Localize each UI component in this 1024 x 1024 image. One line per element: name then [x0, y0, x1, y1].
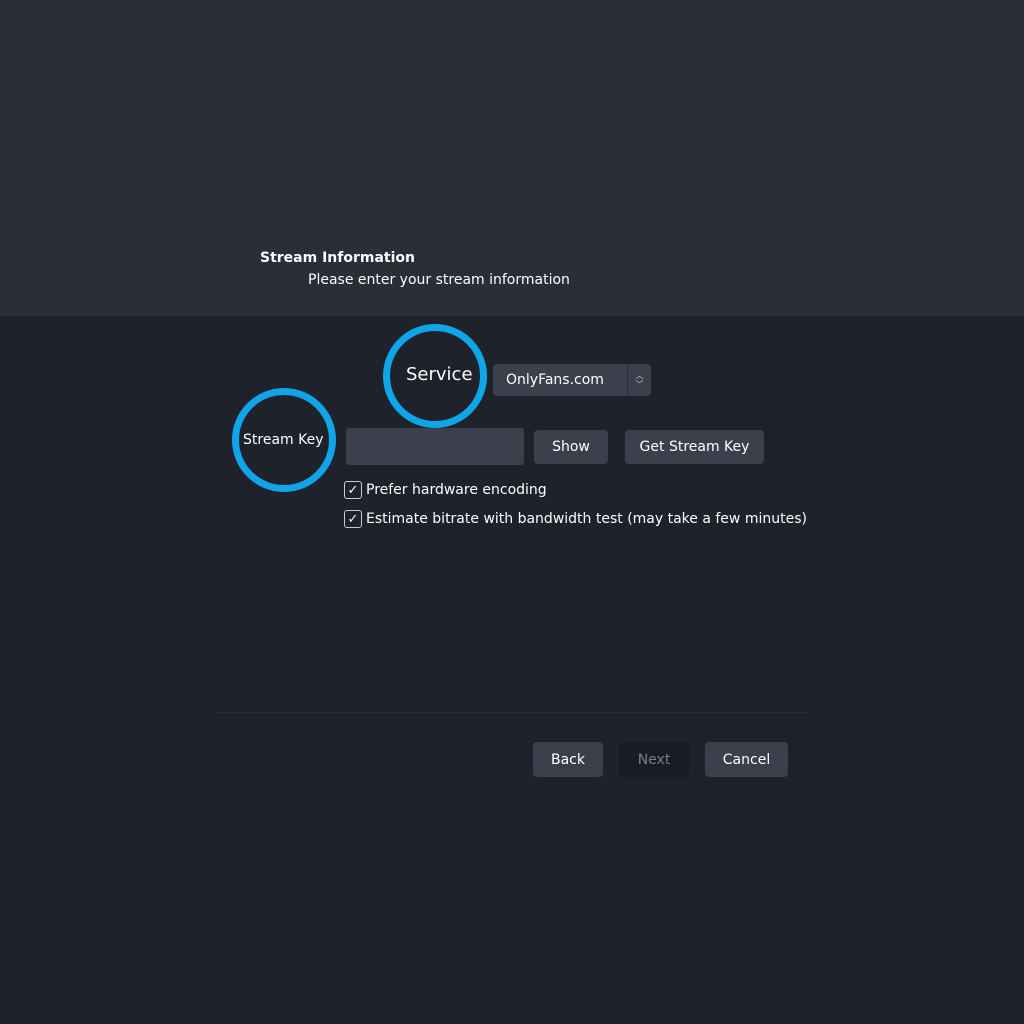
page-subtitle: Please enter your stream information	[308, 272, 570, 288]
estimate-bitrate-checkbox[interactable]: ✓ Estimate bitrate with bandwidth test (…	[344, 510, 807, 528]
checkmark-icon[interactable]: ✓	[344, 510, 362, 528]
next-button[interactable]: Next	[619, 742, 689, 777]
updown-arrows-icon: ︿ ﹀	[627, 364, 651, 396]
cancel-button[interactable]: Cancel	[705, 742, 788, 777]
header-band	[0, 0, 1024, 316]
prefer-hardware-encoding-checkbox[interactable]: ✓ Prefer hardware encoding	[344, 481, 547, 499]
stream-key-input[interactable]	[346, 428, 524, 465]
bottom-divider	[216, 712, 810, 713]
page-title: Stream Information	[260, 250, 415, 266]
checkbox-label: Prefer hardware encoding	[366, 482, 547, 498]
show-button[interactable]: Show	[534, 430, 608, 464]
checkmark-icon[interactable]: ✓	[344, 481, 362, 499]
service-select-value: OnlyFans.com	[506, 372, 604, 388]
checkbox-label: Estimate bitrate with bandwidth test (ma…	[366, 511, 807, 527]
stream-key-label: Stream Key	[243, 432, 324, 448]
back-button[interactable]: Back	[533, 742, 603, 777]
service-select[interactable]: OnlyFans.com ︿ ﹀	[493, 364, 651, 396]
service-label: Service	[406, 364, 473, 385]
get-stream-key-button[interactable]: Get Stream Key	[625, 430, 764, 464]
top-divider	[216, 312, 810, 313]
